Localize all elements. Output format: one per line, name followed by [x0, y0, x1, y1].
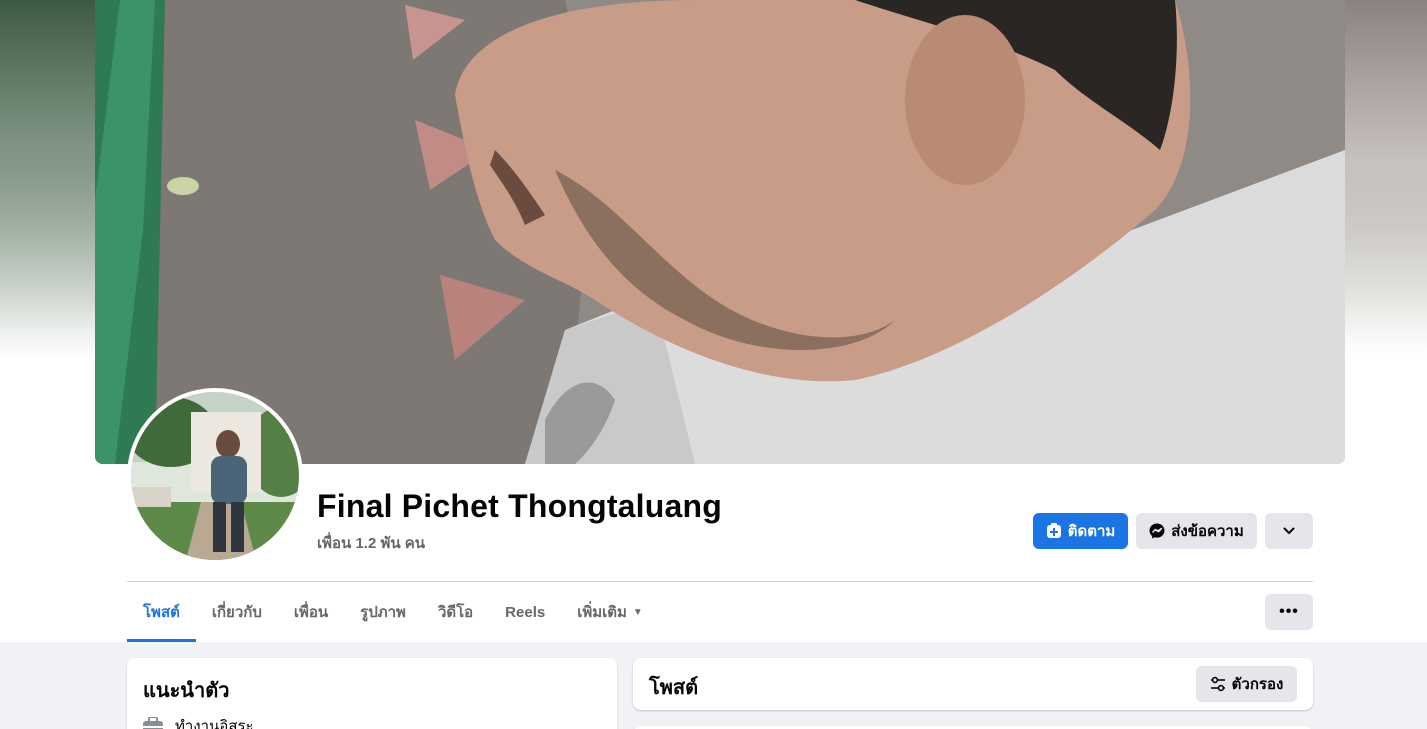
tab-more[interactable]: เพิ่มเติม ▼ [561, 582, 659, 642]
more-options-button[interactable]: ••• [1265, 594, 1313, 630]
cover-photo-image [95, 0, 1345, 464]
posts-title: โพสต์ [649, 677, 699, 699]
tab-label: Reels [505, 603, 546, 621]
profile-options-button[interactable] [1265, 513, 1313, 549]
profile-tabs: โพสต์ เกี่ยวกับ เพื่อน รูปภาพ วิดีโอ Ree… [127, 582, 659, 642]
tab-label: โพสต์ [143, 604, 180, 621]
tab-friends[interactable]: เพื่อน [278, 582, 344, 642]
tab-videos[interactable]: วิดีโอ [422, 582, 489, 642]
filter-icon [1210, 676, 1225, 692]
follow-button[interactable]: ติดตาม [1033, 513, 1128, 549]
briefcase-icon [143, 717, 163, 729]
tab-label: รูปภาพ [360, 604, 406, 621]
follow-button-label: ติดตาม [1067, 523, 1116, 540]
tab-posts[interactable]: โพสต์ [127, 582, 196, 642]
profile-name: Final Pichet Thongtaluang [317, 488, 722, 524]
add-friend-icon [1046, 523, 1061, 538]
filter-button-label: ตัวกรอง [1231, 676, 1284, 693]
friends-count[interactable]: เพื่อน 1.2 พัน คน [317, 531, 425, 555]
caret-down-icon: ▼ [632, 606, 643, 618]
message-button-label: ส่งข้อความ [1171, 523, 1244, 540]
tab-label: เกี่ยวกับ [211, 604, 262, 621]
chevron-down-icon [1283, 527, 1295, 534]
intro-card: แนะนำตัว ทำงานอิสระ [127, 658, 617, 729]
profile-picture-image [131, 392, 299, 560]
messenger-icon [1149, 523, 1165, 539]
cover-photo[interactable] [95, 0, 1345, 464]
message-button[interactable]: ส่งข้อความ [1136, 513, 1257, 549]
intro-work-text: ทำงานอิสระ [175, 718, 254, 729]
tab-label: เพิ่มเติม [577, 604, 627, 621]
tab-photos[interactable]: รูปภาพ [344, 582, 422, 642]
tab-label: เพื่อน [293, 604, 329, 621]
intro-work-row: ทำงานอิสระ [143, 714, 254, 729]
filter-button[interactable]: ตัวกรอง [1196, 666, 1297, 702]
tab-about[interactable]: เกี่ยวกับ [196, 582, 278, 642]
tab-reels[interactable]: Reels [489, 582, 561, 642]
tab-label: วิดีโอ [437, 604, 474, 621]
intro-title: แนะนำตัว [143, 680, 230, 702]
profile-picture[interactable] [127, 388, 303, 564]
posts-header-card: โพสต์ ตัวกรอง [633, 658, 1313, 710]
more-horizontal-icon: ••• [1279, 603, 1299, 620]
